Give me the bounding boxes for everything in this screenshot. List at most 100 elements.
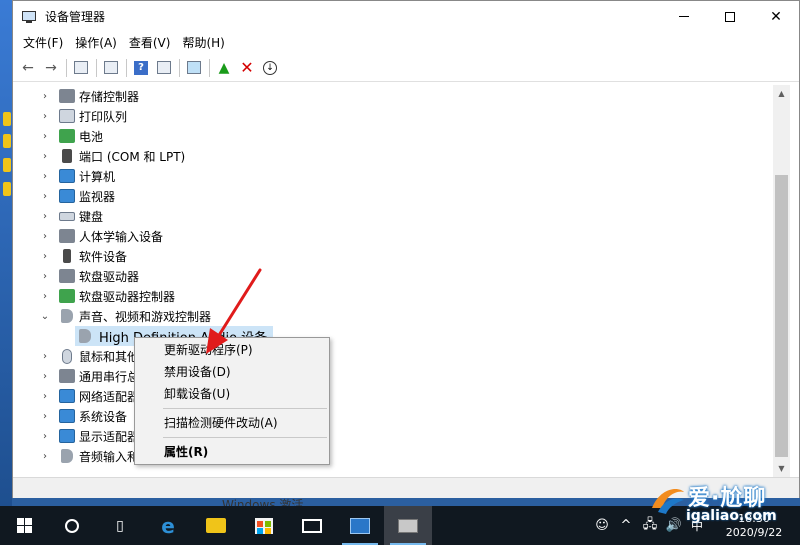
tree-item-usb-controllers[interactable]: › 通用串行总: [37, 366, 139, 386]
tree-item-floppy-controllers[interactable]: › 软盘驱动器控制器: [37, 286, 175, 306]
expand-chevron-icon[interactable]: ›: [37, 271, 53, 282]
expand-chevron-icon[interactable]: ›: [37, 131, 53, 142]
expand-chevron-icon[interactable]: ›: [37, 231, 53, 242]
menu-help[interactable]: 帮助(H): [176, 32, 230, 54]
expand-chevron-icon[interactable]: ›: [37, 151, 53, 162]
windows-logo-icon: [16, 518, 32, 533]
floppy-controller-icon: [59, 289, 75, 303]
help-button[interactable]: ?: [130, 57, 152, 79]
cortana-button[interactable]: [48, 506, 96, 545]
mouse-icon: [62, 348, 72, 364]
collapse-chevron-icon[interactable]: ⌄: [37, 311, 53, 322]
update-driver-toolbar-button[interactable]: ↓: [259, 57, 281, 79]
taskbar-file-explorer[interactable]: [192, 506, 240, 545]
show-hidden-icons-arrow-icon[interactable]: ^: [614, 518, 638, 533]
tree-item-ports[interactable]: › 端口 (COM 和 LPT): [37, 146, 185, 166]
expand-chevron-icon[interactable]: ›: [37, 291, 53, 302]
expand-chevron-icon[interactable]: ›: [37, 371, 53, 382]
speaker-icon: [61, 309, 73, 323]
scroll-up-arrow-icon[interactable]: ▲: [773, 85, 790, 102]
context-properties[interactable]: 属性(R): [136, 441, 328, 463]
scan-hardware-toolbar-button[interactable]: [183, 57, 205, 79]
tree-item-label: 软盘驱动器: [79, 269, 140, 284]
red-x-icon: ✕: [240, 58, 254, 77]
expand-chevron-icon[interactable]: ›: [37, 171, 53, 182]
desktop-background: [0, 0, 12, 506]
expand-chevron-icon[interactable]: ›: [37, 91, 53, 102]
start-button[interactable]: [0, 506, 48, 545]
hid-device-icon: [59, 229, 75, 243]
add-driver-button[interactable]: ▲: [213, 57, 235, 79]
title-bar[interactable]: 设备管理器 ✕: [13, 1, 799, 32]
scroll-down-arrow-icon[interactable]: ▼: [773, 460, 790, 477]
tree-item-storage-controllers[interactable]: › 存储控制器: [37, 86, 139, 106]
maximize-button[interactable]: [707, 1, 753, 32]
tree-item-monitors[interactable]: › 监视器: [37, 186, 115, 206]
tree-item-sound-video-game[interactable]: ⌄ 声音、视频和游戏控制器: [37, 306, 211, 326]
back-button[interactable]: ←: [17, 57, 39, 79]
tree-item-keyboards[interactable]: › 键盘: [37, 206, 103, 226]
uninstall-toolbar-button[interactable]: ✕: [236, 57, 258, 79]
tree-item-label: 端口 (COM 和 LPT): [79, 149, 186, 164]
tree-item-label: 计算机: [79, 169, 116, 184]
expand-chevron-icon[interactable]: ›: [37, 191, 53, 202]
expand-chevron-icon[interactable]: ›: [37, 411, 53, 422]
vertical-scrollbar[interactable]: ▲ ▼: [773, 85, 790, 477]
show-action-pane-button[interactable]: [153, 57, 175, 79]
desktop-shortcut-icon[interactable]: [3, 158, 11, 172]
desktop-shortcut-icon[interactable]: [3, 112, 11, 126]
scrollbar-thumb[interactable]: [775, 175, 788, 457]
tree-item-label: 网络适配器: [79, 389, 140, 404]
show-hide-console-tree-button[interactable]: [70, 57, 92, 79]
expand-chevron-icon[interactable]: ›: [37, 431, 53, 442]
device-manager-app-icon: [21, 9, 37, 25]
tree-item-floppy-drives[interactable]: › 软盘驱动器: [37, 266, 139, 286]
expand-chevron-icon[interactable]: ›: [37, 391, 53, 402]
site-watermark: 爱·尬聊 igaliao.com: [648, 478, 800, 544]
tree-item-mice[interactable]: › 鼠标和其他: [37, 346, 139, 366]
tree-item-print-queues[interactable]: › 打印队列: [37, 106, 127, 126]
download-arrow-icon: ↓: [263, 60, 277, 75]
tree-item-computer[interactable]: › 计算机: [37, 166, 115, 186]
close-button[interactable]: ✕: [753, 1, 799, 32]
minimize-button[interactable]: [661, 1, 707, 32]
expand-chevron-icon[interactable]: ›: [37, 111, 53, 122]
menu-action[interactable]: 操作(A): [69, 32, 123, 54]
desktop-shortcut-icon[interactable]: [3, 182, 11, 196]
tree-item-software-devices[interactable]: › 软件设备: [37, 246, 127, 266]
tree-item-system-devices[interactable]: › 系统设备: [37, 406, 127, 426]
taskbar-edge[interactable]: e: [144, 506, 192, 545]
tree-item-hid[interactable]: › 人体学输入设备: [37, 226, 163, 246]
toolbar-separator: [209, 58, 210, 77]
watermark-site: igaliao.com: [686, 508, 777, 524]
taskbar-device-manager[interactable]: [384, 506, 432, 545]
expand-chevron-icon[interactable]: ›: [37, 251, 53, 262]
tree-item-label: 显示适配器: [79, 429, 140, 444]
task-view-button[interactable]: ▯: [96, 506, 144, 545]
tree-item-audio-inputs-outputs[interactable]: › 音频输入和: [37, 446, 139, 466]
menu-view[interactable]: 查看(V): [123, 32, 177, 54]
expand-chevron-icon[interactable]: ›: [37, 351, 53, 362]
floppy-drive-icon: [59, 269, 75, 283]
taskbar-store[interactable]: [240, 506, 288, 545]
computer-icon: [59, 169, 75, 183]
expand-chevron-icon[interactable]: ›: [37, 451, 53, 462]
printer-icon: [59, 109, 75, 123]
context-uninstall-device[interactable]: 卸载设备(U): [136, 383, 328, 405]
tree-item-label: 软件设备: [79, 249, 128, 264]
tree-item-display-adapters[interactable]: › 显示适配器: [37, 426, 139, 446]
forward-button[interactable]: →: [40, 57, 62, 79]
properties-toolbar-button[interactable]: [100, 57, 122, 79]
context-scan-hardware[interactable]: 扫描检测硬件改动(A): [136, 412, 328, 434]
expand-chevron-icon[interactable]: ›: [37, 211, 53, 222]
toolbar-separator: [66, 58, 67, 77]
taskbar-mail[interactable]: [288, 506, 336, 545]
menu-file[interactable]: 文件(F): [17, 32, 69, 54]
tree-item-batteries[interactable]: › 电池: [37, 126, 103, 146]
taskbar-remote-app[interactable]: [336, 506, 384, 545]
people-icon[interactable]: ☺: [590, 518, 614, 533]
context-disable-device[interactable]: 禁用设备(D): [136, 361, 328, 383]
tree-item-label: 电池: [79, 129, 104, 144]
desktop-shortcut-icon[interactable]: [3, 134, 11, 148]
tree-item-network-adapters[interactable]: › 网络适配器: [37, 386, 139, 406]
